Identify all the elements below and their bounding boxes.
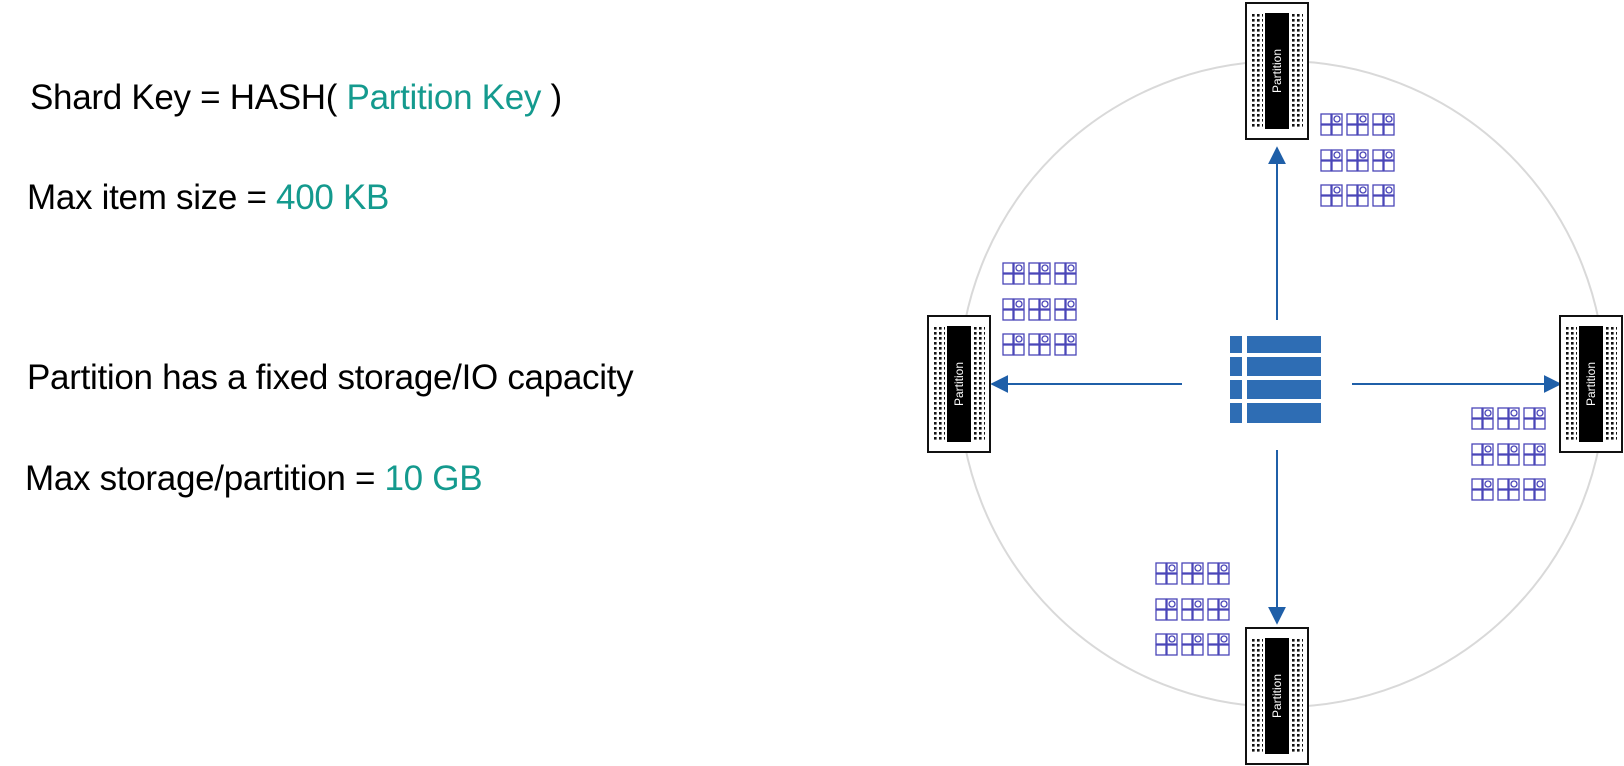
partition-ring-diagram: Partition Partition Partition Partition bbox=[927, 2, 1623, 765]
partition-label: Partition bbox=[1270, 49, 1284, 93]
partition-icon-top: Partition bbox=[1245, 2, 1309, 140]
partition-icon-bottom: Partition bbox=[1245, 627, 1309, 765]
item-group-icon bbox=[1321, 114, 1394, 206]
partition-icon-left: Partition bbox=[927, 315, 991, 453]
partition-label: Partition bbox=[1270, 674, 1284, 718]
item-group-icon bbox=[1003, 263, 1076, 355]
table-icon bbox=[1230, 336, 1321, 423]
partition-label: Partition bbox=[952, 362, 966, 406]
partition-icon-right: Partition bbox=[1559, 315, 1623, 453]
item-group-icon bbox=[1156, 563, 1229, 655]
partition-label: Partition bbox=[1584, 362, 1598, 406]
item-group-icon bbox=[1472, 408, 1545, 500]
